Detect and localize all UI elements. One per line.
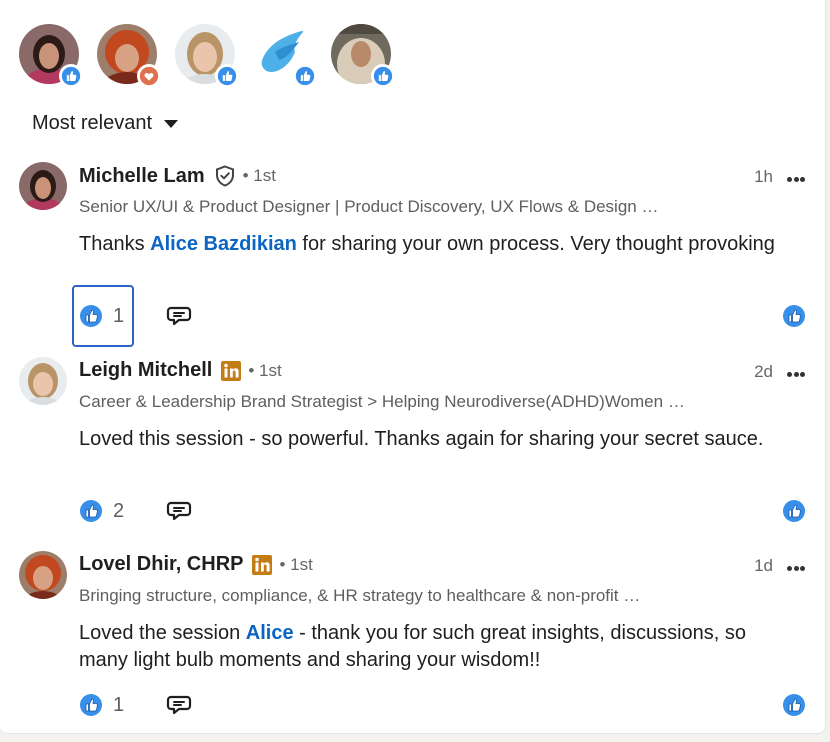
reaction-summary-icon[interactable]: [782, 499, 806, 523]
comments-panel: Most relevant Michelle Lam • 1st 1h Seni…: [0, 0, 826, 734]
mention-link[interactable]: Alice: [246, 622, 294, 644]
like-count: 1: [113, 693, 125, 716]
commenter-headline: Senior UX/UI & Product Designer | Produc…: [79, 197, 659, 216]
commenter-headline: Career & Leadership Brand Strategist > H…: [79, 392, 685, 411]
like-button[interactable]: 1: [79, 688, 124, 722]
reaction-summary-icon[interactable]: [782, 693, 806, 717]
reactor-avatar[interactable]: [175, 24, 239, 88]
like-button[interactable]: 1: [79, 299, 124, 333]
like-icon: [215, 64, 239, 88]
reactor-avatar[interactable]: [253, 24, 317, 88]
comment-bubble-icon: [166, 303, 192, 329]
comment-time[interactable]: 2d: [754, 362, 773, 382]
commenter-avatar[interactable]: [19, 551, 67, 599]
caret-down-icon: [164, 119, 179, 128]
reactor-avatar[interactable]: [19, 24, 83, 88]
more-options-icon[interactable]: [784, 170, 808, 188]
like-icon: [79, 499, 103, 523]
commenter-name[interactable]: Leigh Mitchell: [79, 359, 212, 382]
reply-button[interactable]: [166, 691, 194, 719]
like-count: 2: [113, 499, 125, 522]
connection-degree: • 1st: [242, 166, 276, 185]
reactor-avatar[interactable]: [97, 24, 161, 88]
connection-degree: • 1st: [248, 360, 282, 380]
like-icon: [59, 64, 83, 88]
like-icon: [79, 693, 103, 717]
sort-label: Most relevant: [32, 112, 153, 134]
like-icon: [371, 64, 395, 88]
like-button[interactable]: 2: [79, 494, 124, 528]
comment-bubble-icon: [166, 692, 192, 718]
comment-text: Thanks Alice Bazdikian for sharing your …: [79, 231, 799, 258]
comment-text: Loved the session Alice - thank you for …: [79, 620, 799, 674]
linkedin-icon: [251, 554, 273, 576]
sort-dropdown[interactable]: Most relevant: [32, 112, 179, 135]
commenter-name[interactable]: Michelle Lam: [79, 165, 205, 188]
more-options-icon[interactable]: [784, 559, 808, 577]
comment-text-part: Loved the session: [79, 622, 246, 644]
comment-text-part: Thanks: [79, 233, 151, 255]
comment-text-part: for sharing your own process. Very thoug…: [296, 233, 775, 255]
connection-degree: • 1st: [279, 554, 313, 574]
linkedin-icon: [220, 360, 242, 382]
love-icon: [137, 64, 161, 88]
commenter-avatar[interactable]: [19, 357, 67, 405]
comment-text: Loved this session - so powerful. Thanks…: [79, 428, 764, 450]
comment-bubble-icon: [166, 498, 192, 524]
reaction-summary-icon[interactable]: [782, 304, 806, 328]
like-icon: [293, 64, 317, 88]
commenter-avatar[interactable]: [19, 162, 67, 210]
more-options-icon[interactable]: [784, 365, 808, 383]
comment-time[interactable]: 1d: [754, 556, 773, 576]
like-count: 1: [113, 304, 125, 327]
mention-link[interactable]: Alice Bazdikian: [150, 233, 297, 255]
reply-button[interactable]: [166, 497, 194, 525]
reactor-avatar[interactable]: [331, 24, 395, 88]
like-icon: [79, 304, 103, 328]
comment-time[interactable]: 1h: [754, 167, 773, 187]
commenter-headline: Bringing structure, compliance, & HR str…: [79, 586, 641, 605]
commenter-name[interactable]: Lovel Dhir, CHRP: [79, 553, 243, 576]
reply-button[interactable]: [166, 302, 194, 330]
verified-shield-icon: [213, 164, 237, 188]
